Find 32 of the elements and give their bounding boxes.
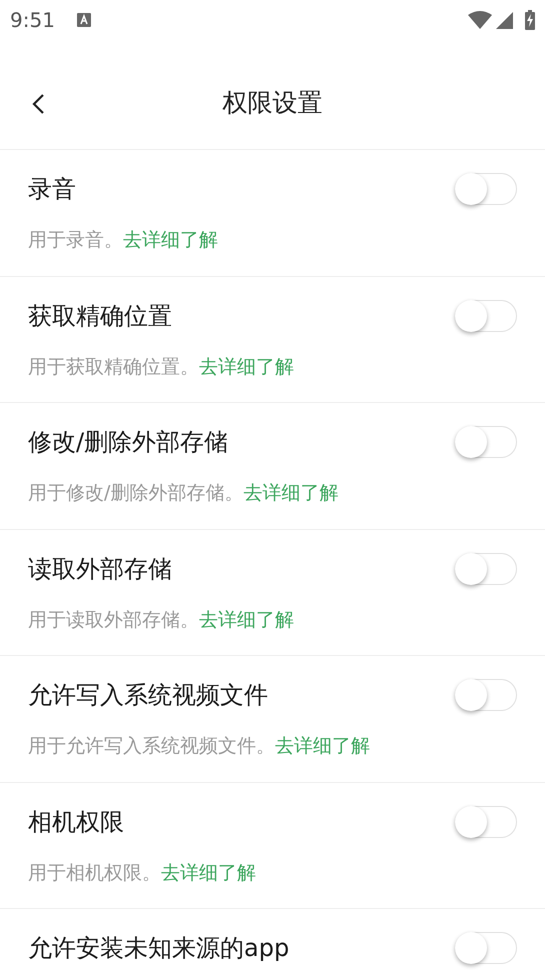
permission-title: 相机权限 [28,806,124,838]
page-title: 权限设置 [222,86,322,119]
permission-title: 修改/删除外部存储 [28,427,228,458]
permission-description: 用于允许写入系统视频文件。 [28,734,275,759]
toggle-switch[interactable] [455,679,517,711]
permission-title: 录音 [28,174,76,205]
permission-title: 读取外部存储 [28,554,172,584]
learn-more-link[interactable]: 去详细了解 [199,606,294,634]
toggle-switch[interactable] [455,552,517,584]
battery-charging-icon [525,10,535,30]
learn-more-link[interactable]: 去详细了解 [161,858,256,887]
wifi-icon [468,11,492,29]
learn-more-link[interactable]: 去详细了解 [199,352,294,381]
permission-description: 用于录音。 [28,228,123,253]
permission-description: 用于相机权限。 [28,860,161,886]
status-time: 9:51 [10,7,55,34]
permission-description: 用于获取精确位置。 [28,354,199,380]
toggle-switch[interactable] [455,806,517,838]
toggle-switch[interactable] [455,300,517,332]
learn-more-link[interactable]: 去详细了解 [123,226,218,254]
learn-more-link[interactable]: 去详细了解 [275,732,370,760]
permission-title: 获取精确位置 [28,300,172,332]
learn-more-link[interactable]: 去详细了解 [243,479,338,508]
keyboard-notification-icon [76,13,91,27]
toggle-switch[interactable] [455,426,517,458]
permission-title: 允许写入系统视频文件 [28,680,268,711]
permission-description: 用于读取外部存储。 [28,608,199,632]
toggle-switch[interactable] [455,173,517,205]
toggle-switch[interactable] [455,932,517,964]
permission-description: 用于修改/删除外部存储。 [28,481,244,506]
signal-icon [496,12,513,28]
permission-title: 允许安装未知来源的app [28,933,290,964]
